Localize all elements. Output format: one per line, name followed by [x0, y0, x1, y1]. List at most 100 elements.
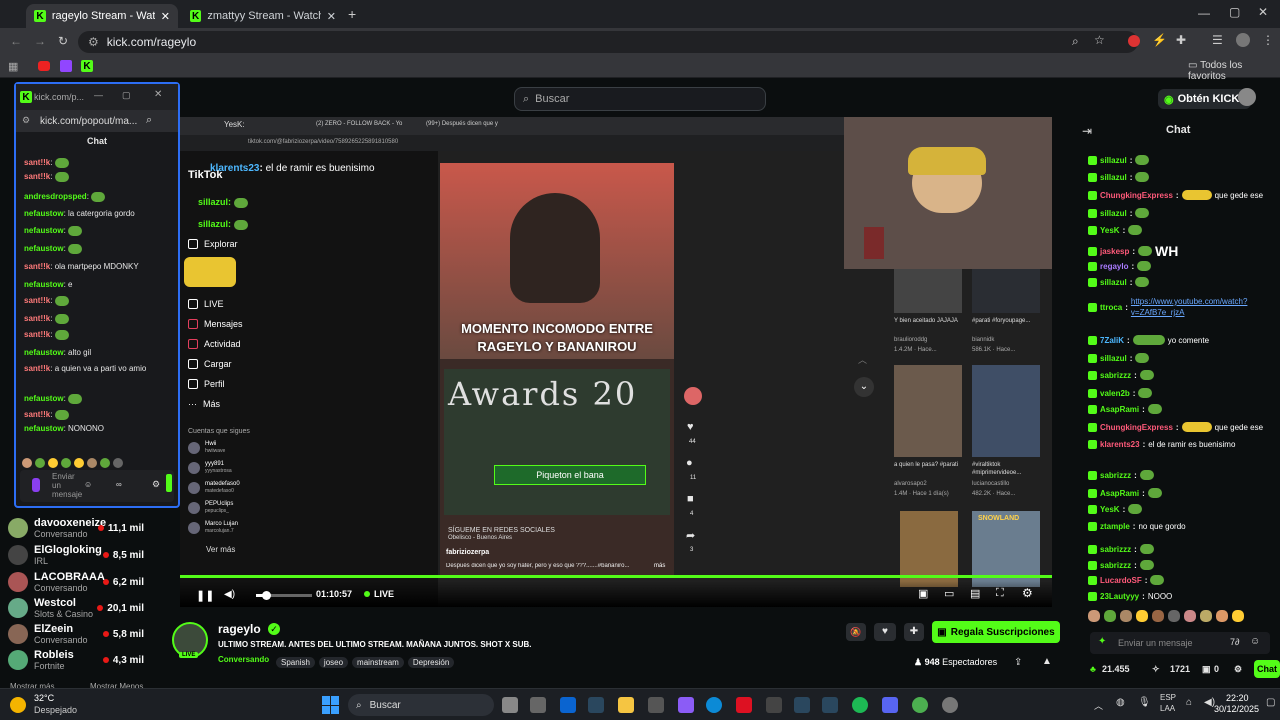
emote-icon[interactable]	[1216, 610, 1228, 622]
stream-category[interactable]: Conversando	[218, 655, 269, 664]
search-input[interactable]: ⌕ Buscar	[514, 87, 766, 111]
emote-icon[interactable]	[35, 458, 45, 468]
theater-icon[interactable]: ▭	[944, 587, 954, 600]
see-more-link[interactable]: Ver más	[206, 545, 235, 554]
tiktok-menu-mensajes[interactable]: Mensajes	[188, 319, 243, 329]
settings-gear-icon[interactable]: ⚙	[152, 479, 160, 490]
network-icon[interactable]: ⌂	[1186, 697, 1192, 708]
settings-gear-icon[interactable]: ⚙	[1022, 586, 1033, 600]
extension-icon[interactable]: ⚡	[1152, 33, 1167, 47]
file-explorer-icon[interactable]	[618, 697, 634, 713]
chat-username[interactable]: AsapRami	[1100, 405, 1139, 414]
emote-icon[interactable]	[1184, 610, 1196, 622]
emote-icon[interactable]	[1136, 610, 1148, 622]
popout-chat-user[interactable]: sant!!k	[24, 410, 50, 419]
chrome-icon[interactable]	[912, 697, 928, 713]
app-icon[interactable]	[648, 697, 664, 713]
chat-username[interactable]: sillazul	[1100, 209, 1127, 218]
chat-username[interactable]: sabrizzz	[1100, 561, 1131, 570]
share-icon[interactable]: ⇪	[1014, 657, 1022, 668]
mic-icon[interactable]	[32, 478, 40, 492]
following-account[interactable]: Hwii hwiiwave	[188, 441, 225, 455]
zoom-icon[interactable]: ⌕	[1072, 34, 1079, 49]
volume-slider-thumb[interactable]	[262, 591, 271, 600]
sidebar-channel[interactable]: LACOBRAAA Conversando 6,2 mil	[8, 570, 148, 594]
emote-icon[interactable]	[1088, 610, 1100, 622]
menu-kebab-icon[interactable]: ⋮	[1262, 33, 1274, 47]
streamer-name[interactable]: rageylo	[218, 622, 261, 636]
emote-icon[interactable]	[1232, 610, 1244, 622]
app-icon[interactable]	[678, 697, 694, 713]
tiktok-menu-explorar[interactable]: Explorar	[188, 239, 238, 249]
emote-icon[interactable]	[1200, 610, 1212, 622]
video-player[interactable]: YesK: (2) ZERO - FOLLOW BACK - Yo (99+) …	[180, 117, 1052, 607]
live-indicator[interactable]: LIVE	[364, 589, 394, 599]
follow-heart-icon[interactable]: ♥	[874, 623, 896, 641]
chat-username[interactable]: klarents23	[1100, 440, 1140, 449]
chat-username[interactable]: sillazul	[1100, 278, 1127, 287]
sidebar-channel[interactable]: Westcol Slots & Casino 20,1 mil	[8, 596, 148, 620]
popout-chat-user[interactable]: sant!!k	[24, 364, 50, 373]
site-info-icon[interactable]: ⚙	[88, 35, 99, 49]
extension-icon[interactable]	[1128, 35, 1140, 47]
popout-chat-user[interactable]: nefaustow	[24, 226, 64, 235]
volume-slider[interactable]	[256, 591, 312, 600]
twitch-bookmark-icon[interactable]	[60, 60, 72, 72]
emote-icon[interactable]	[87, 458, 97, 468]
chat-username[interactable]: sabrizzz	[1100, 371, 1131, 380]
popout-chat-user[interactable]: sant!!k	[24, 158, 50, 167]
popout-chat-user[interactable]: sant!!k	[24, 262, 50, 271]
chat-username[interactable]: sillazul	[1100, 156, 1127, 165]
maximize-icon[interactable]: ▢	[122, 90, 131, 101]
emote-icon[interactable]	[113, 458, 123, 468]
thumb-4[interactable]	[972, 365, 1040, 457]
close-icon[interactable]: ✕	[327, 10, 336, 23]
chevron-up-icon[interactable]: ︿	[858, 353, 867, 366]
tab-search-icon[interactable]: ☰	[1212, 33, 1223, 47]
kick-bookmark-icon[interactable]: K	[81, 60, 93, 72]
new-tab-icon[interactable]: +	[348, 6, 356, 22]
tiktok-menu-cargar[interactable]: Cargar	[188, 359, 232, 369]
microphone-icon[interactable]: 🎙	[1138, 697, 1151, 708]
settings-gear-icon[interactable]: ⚙	[1234, 664, 1242, 675]
popout-chat-user[interactable]: nefaustow	[24, 424, 64, 433]
sidebar-channel[interactable]: Robleis Fortnite 4,3 mil	[8, 648, 148, 672]
discord-icon[interactable]	[882, 697, 898, 713]
report-icon[interactable]: ▲	[1042, 656, 1052, 667]
sidebar-channel[interactable]: davooxeneize Conversando 11,1 mil	[8, 516, 148, 540]
fullscreen-icon[interactable]: ⛶	[996, 587, 1004, 600]
tiktok-video-frame[interactable]: MOMENTO INCOMODO ENTRE RAGEYLO Y BANANIR…	[440, 163, 674, 575]
subscribe-plus-icon[interactable]: ✚	[904, 623, 924, 641]
tiktok-menu-live[interactable]: LIVE	[188, 299, 224, 309]
popout-chat-user[interactable]: sant!!k	[24, 314, 50, 323]
thumb-3[interactable]	[894, 365, 962, 457]
youtube-bookmark-icon[interactable]	[38, 61, 50, 71]
emote-icon[interactable]	[22, 458, 32, 468]
app-icon[interactable]	[822, 697, 838, 713]
chat-username[interactable]: ChungkingExpress	[1100, 423, 1173, 432]
maximize-icon[interactable]: ▢	[1229, 5, 1240, 19]
tiktok-menu-actividad[interactable]: Actividad	[188, 339, 241, 349]
chat-username[interactable]: 23Lautyyy	[1100, 592, 1139, 601]
bookmark-icon[interactable]: ■	[687, 493, 694, 505]
popout-input[interactable]: Enviar un mensaje ☺ ∞ ⚙	[20, 470, 174, 502]
chat-username[interactable]: sillazul	[1100, 173, 1127, 182]
clip-icon[interactable]: ▣	[918, 587, 928, 600]
chat-username[interactable]: sabrizzz	[1100, 545, 1131, 554]
emote-icon[interactable]	[1104, 610, 1116, 622]
chat-username[interactable]: 7ZaliK	[1100, 336, 1124, 345]
thumb-2[interactable]	[972, 269, 1040, 313]
more-link[interactable]: más	[654, 563, 665, 569]
outlook-icon[interactable]	[560, 697, 576, 713]
sidebar-channel[interactable]: ElZeein Conversando 5,8 mil	[8, 622, 148, 646]
tag[interactable]: mainstream	[352, 657, 404, 668]
minimize-icon[interactable]: —	[94, 90, 103, 100]
app-icon[interactable]	[766, 697, 782, 713]
weather-icon[interactable]	[10, 697, 26, 713]
close-icon[interactable]: ✕	[161, 10, 170, 23]
emote-icon[interactable]	[61, 458, 71, 468]
tab-zmattyy[interactable]: K zmattyy Stream - Watch Live o ✕	[182, 4, 344, 28]
chat-username[interactable]: regaylo	[1100, 262, 1128, 271]
following-account[interactable]: matedefaso0 matedefaso0	[188, 481, 240, 495]
chat-username[interactable]: ttroca	[1100, 303, 1122, 312]
